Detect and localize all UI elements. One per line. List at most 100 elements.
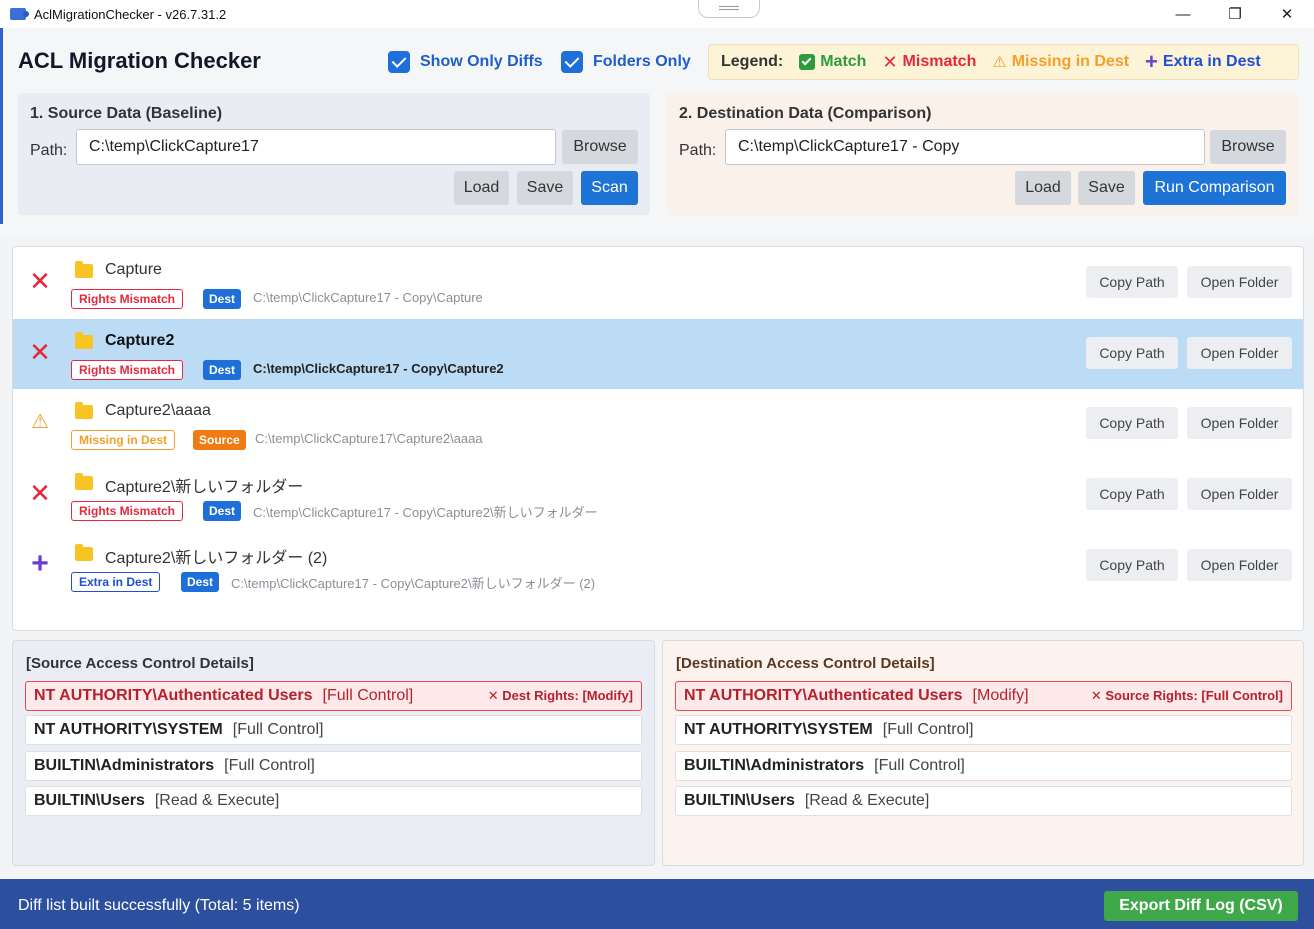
folder-name: Capture2\aaaa (105, 402, 211, 419)
source-path-label: Path: (30, 142, 68, 159)
destination-load-button[interactable]: Load (1015, 171, 1071, 205)
snap-grip-handle[interactable] (698, 0, 760, 18)
acl-rights: [Full Control] (232, 721, 324, 738)
table-row[interactable]: ✕ Capture2\新しいフォルダー Rights Mismatch Dest C:\… (13, 460, 1303, 530)
status-badge: Missing in Dest (71, 430, 176, 450)
source-acl-title: [Source Access Control Details] (26, 655, 254, 672)
plus-icon: + (1145, 49, 1158, 74)
copy-path-button[interactable]: Copy Path (1086, 549, 1178, 581)
legend-extra-text: Extra in Dest (1162, 53, 1261, 70)
acl-entry[interactable]: BUILTIN\Users [Read & Execute] (25, 786, 642, 816)
legend-item-mismatch: ✕ Mismatch (882, 52, 976, 73)
acl-rights: [Modify] (972, 687, 1029, 704)
open-folder-button[interactable]: Open Folder (1187, 549, 1292, 581)
checkbox-checked-icon (388, 51, 410, 73)
extra-status-icon: + (31, 547, 49, 580)
folder-icon (75, 544, 93, 561)
location-badge: Dest (203, 501, 242, 521)
acl-rights: [Read & Execute] (154, 792, 280, 809)
legend-label: Legend: (721, 53, 784, 70)
folder-name: Capture2\新しいフォルダー (105, 479, 304, 496)
acl-rights: [Full Control] (874, 757, 965, 774)
close-window-button[interactable]: ✕ (1264, 0, 1310, 28)
copy-path-button[interactable]: Copy Path (1086, 337, 1178, 369)
mismatch-status-icon: ✕ (29, 337, 51, 367)
destination-path-input[interactable]: C:\temp\ClickCapture17 - Copy (725, 129, 1205, 165)
legend-match-text: Match (820, 53, 867, 70)
acl-rights: [Full Control] (882, 721, 974, 738)
folder-name: Capture2 (105, 332, 175, 349)
source-browse-button[interactable]: Browse (562, 130, 638, 164)
acl-principal: BUILTIN\Users (684, 792, 795, 809)
mismatch-status-icon: ✕ (29, 266, 51, 296)
open-folder-button[interactable]: Open Folder (1187, 478, 1292, 510)
folder-path: C:\temp\ClickCapture17 - Copy\Capture2 (253, 361, 504, 376)
source-panel: 1. Source Data (Baseline) Path: C:\temp\… (18, 93, 650, 215)
folder-icon (75, 332, 93, 349)
table-row[interactable]: + Capture2\新しいフォルダー (2) Extra in Dest Dest C… (13, 531, 1303, 601)
source-panel-title: 1. Source Data (Baseline) (30, 105, 223, 122)
source-load-button[interactable]: Load (454, 171, 509, 205)
copy-path-button[interactable]: Copy Path (1086, 266, 1178, 298)
status-badge: Extra in Dest (71, 572, 161, 592)
acl-entry[interactable]: BUILTIN\Users [Read & Execute] (675, 786, 1292, 816)
window-edge-accent (0, 28, 3, 224)
destination-panel: 2. Destination Data (Comparison) Path: C… (667, 93, 1298, 215)
folder-path: C:\temp\ClickCapture17\Capture2\aaaa (255, 431, 483, 446)
show-only-diffs-label: Show Only Diffs (420, 53, 543, 70)
run-comparison-button[interactable]: Run Comparison (1143, 171, 1286, 205)
folder-icon (75, 402, 93, 419)
diff-list: ✕ Capture Rights Mismatch Dest C:\temp\Click… (12, 246, 1304, 631)
title-bar: AclMigrationChecker - v26.7.31.2 — ❐ ✕ (0, 0, 1314, 28)
acl-principal: NT AUTHORITY\Authenticated Users (34, 687, 313, 704)
status-bar: Diff list built successfully (Total: 5 i… (0, 879, 1314, 929)
acl-mismatch-note: ✕ Dest Rights: [Modify] (487, 688, 633, 703)
location-badge: Dest (203, 360, 242, 380)
destination-panel-title: 2. Destination Data (Comparison) (679, 105, 932, 122)
scan-button[interactable]: Scan (581, 171, 638, 205)
acl-principal: NT AUTHORITY\SYSTEM (684, 721, 873, 738)
acl-principal: NT AUTHORITY\Authenticated Users (684, 687, 963, 704)
table-row[interactable]: ✕ Capture2 Rights Mismatch Dest C:\temp\Clic… (13, 319, 1303, 389)
acl-principal: BUILTIN\Administrators (684, 757, 865, 774)
table-row[interactable]: ✕ Capture Rights Mismatch Dest C:\temp\Click… (13, 248, 1303, 318)
acl-entry[interactable]: NT AUTHORITY\SYSTEM [Full Control] (25, 715, 642, 745)
open-folder-button[interactable]: Open Folder (1187, 407, 1292, 439)
acl-entry[interactable]: BUILTIN\Administrators [Full Control] (25, 751, 642, 781)
destination-save-button[interactable]: Save (1078, 171, 1135, 205)
mismatch-status-icon: ✕ (29, 478, 51, 508)
export-diff-log-button[interactable]: Export Diff Log (CSV) (1104, 891, 1298, 921)
source-path-input[interactable]: C:\temp\ClickCapture17 (76, 129, 556, 165)
copy-path-button[interactable]: Copy Path (1086, 407, 1178, 439)
app-icon (10, 8, 29, 20)
warning-icon: ⚠ (992, 54, 1007, 71)
open-folder-button[interactable]: Open Folder (1187, 266, 1292, 298)
acl-entry[interactable]: NT AUTHORITY\Authenticated Users [Full Co… (25, 681, 642, 711)
folder-path: C:\temp\ClickCapture17 - Copy\Capture (253, 290, 483, 305)
table-row[interactable]: ⚠ Capture2\aaaa Missing in Dest Source C:\te… (13, 389, 1303, 459)
source-save-button[interactable]: Save (517, 171, 573, 205)
legend-item-match: Match (799, 53, 866, 71)
destination-acl-panel: [Destination Access Control Details] NT … (662, 640, 1304, 866)
destination-browse-button[interactable]: Browse (1210, 130, 1286, 164)
status-badge: Rights Mismatch (71, 289, 184, 309)
acl-principal: BUILTIN\Users (34, 792, 145, 809)
acl-entry[interactable]: NT AUTHORITY\SYSTEM [Full Control] (675, 715, 1292, 745)
warning-status-icon: ⚠ (31, 411, 49, 433)
folder-path: C:\temp\ClickCapture17 - Copy\Capture2\新… (231, 576, 596, 591)
acl-rights: [Full Control] (224, 757, 315, 774)
minimize-button[interactable]: — (1160, 0, 1206, 28)
page-title: ACL Migration Checker (18, 48, 261, 73)
acl-entry[interactable]: NT AUTHORITY\Authenticated Users [Modify]… (675, 681, 1292, 711)
folders-only-checkbox[interactable]: Folders Only (561, 51, 691, 73)
acl-entry[interactable]: BUILTIN\Administrators [Full Control] (675, 751, 1292, 781)
open-folder-button[interactable]: Open Folder (1187, 337, 1292, 369)
window-title: AclMigrationChecker - v26.7.31.2 (34, 6, 227, 22)
status-badge: Rights Mismatch (71, 501, 184, 521)
source-acl-panel: [Source Access Control Details] NT AUTHO… (12, 640, 655, 866)
maximize-button[interactable]: ❐ (1212, 0, 1258, 28)
copy-path-button[interactable]: Copy Path (1086, 478, 1178, 510)
folders-only-label: Folders Only (593, 53, 691, 70)
show-only-diffs-checkbox[interactable]: Show Only Diffs (388, 51, 543, 73)
acl-rights: [Read & Execute] (804, 792, 930, 809)
